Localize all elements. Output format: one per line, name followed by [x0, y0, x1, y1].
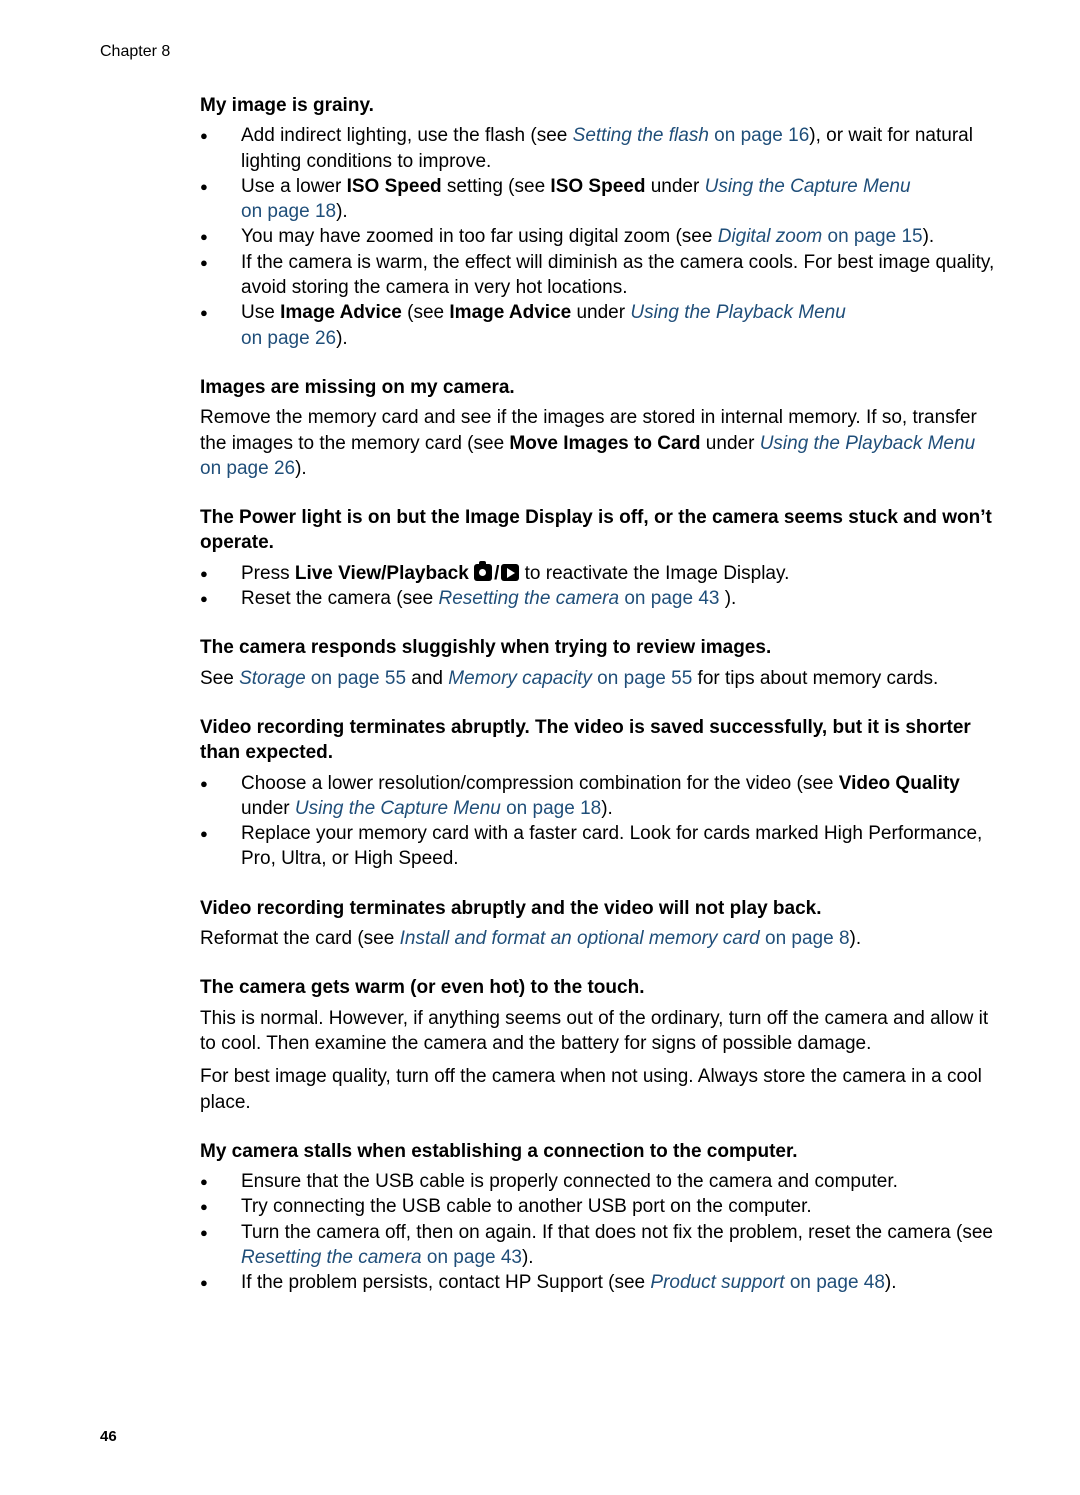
list-item: Turn the camera off, then on again. If t…	[200, 1220, 1000, 1271]
link-digital-zoom[interactable]: Digital zoom on page 15	[718, 226, 923, 247]
list-item: You may have zoomed in too far using dig…	[200, 224, 1000, 250]
list-item: If the camera is warm, the effect will d…	[200, 250, 1000, 301]
link-install-format-memory-card[interactable]: Install and format an optional memory ca…	[400, 928, 850, 949]
link-storage[interactable]: Storage on page 55	[239, 668, 406, 689]
list-item: Add indirect lighting, use the flash (se…	[200, 123, 1000, 174]
page-content: My image is grainy. Add indirect lightin…	[200, 93, 1000, 1320]
list-item: If the problem persists, contact HP Supp…	[200, 1270, 1000, 1296]
link-using-capture-menu[interactable]: Using the Capture Menu on page 18	[295, 798, 601, 819]
list-item: Try connecting the USB cable to another …	[200, 1194, 1000, 1220]
link-setting-the-flash[interactable]: Setting the flash on page 16	[573, 125, 810, 146]
section-heading: The camera responds sluggishly when tryi…	[200, 637, 772, 659]
section-sluggish: The camera responds sluggishly when tryi…	[200, 635, 1000, 691]
section-video-no-play: Video recording terminates abruptly and …	[200, 896, 1000, 952]
list-item: Use Image Advice (see Image Advice under…	[200, 300, 1000, 351]
section-heading: My camera stalls when establishing a con…	[200, 1140, 798, 1162]
chapter-header: Chapter 8	[100, 43, 171, 60]
bullet-list: Press Live View/Playback / to reactivate…	[200, 560, 1000, 612]
list-item: Choose a lower resolution/compression co…	[200, 771, 1000, 822]
section-heading: The camera gets warm (or even hot) to th…	[200, 977, 645, 999]
paragraph: For best image quality, turn off the cam…	[200, 1066, 982, 1113]
bullet-list: Add indirect lighting, use the flash (se…	[200, 123, 1000, 351]
page-number: 46	[100, 1428, 117, 1445]
slash: /	[494, 562, 500, 584]
section-heading: Video recording terminates abruptly. The…	[200, 716, 971, 764]
link-resetting-the-camera[interactable]: Resetting the camera on page 43	[241, 1247, 522, 1268]
list-item: Ensure that the USB cable is properly co…	[200, 1169, 1000, 1195]
section-power-light: The Power light is on but the Image Disp…	[200, 505, 1000, 611]
paragraph: Reformat the card (see Install and forma…	[200, 928, 862, 950]
section-heading: Images are missing on my camera.	[200, 376, 515, 398]
section-grainy: My image is grainy. Add indirect lightin…	[200, 93, 1000, 351]
list-item: Replace your memory card with a faster c…	[200, 821, 1000, 872]
section-heading: The Power light is on but the Image Disp…	[200, 507, 992, 554]
list-item: Reset the camera (see Resetting the came…	[200, 586, 1000, 612]
link-product-support[interactable]: Product support on page 48	[650, 1272, 885, 1293]
section-video-short: Video recording terminates abruptly. The…	[200, 715, 1000, 872]
camera-icon	[474, 560, 493, 581]
text: Add indirect lighting, use the flash (se…	[241, 125, 573, 147]
bullet-list: Ensure that the USB cable is properly co…	[200, 1169, 1000, 1296]
section-images-missing: Images are missing on my camera. Remove …	[200, 375, 1000, 481]
list-item: Press Live View/Playback / to reactivate…	[200, 560, 1000, 586]
paragraph: This is normal. However, if anything see…	[200, 1007, 989, 1054]
list-item: Use a lower ISO Speed setting (see ISO S…	[200, 174, 1000, 225]
section-camera-warm: The camera gets warm (or even hot) to th…	[200, 975, 1000, 1114]
section-heading: Video recording terminates abruptly and …	[200, 897, 822, 919]
paragraph: Remove the memory card and see if the im…	[200, 407, 977, 479]
link-resetting-the-camera[interactable]: Resetting the camera on page 43	[438, 588, 719, 609]
bullet-list: Choose a lower resolution/compression co…	[200, 771, 1000, 872]
section-camera-stalls: My camera stalls when establishing a con…	[200, 1139, 1000, 1296]
paragraph: See Storage on page 55 and Memory capaci…	[200, 667, 939, 689]
link-memory-capacity[interactable]: Memory capacity on page 55	[448, 668, 692, 689]
playback-icon	[501, 563, 520, 581]
section-heading: My image is grainy.	[200, 95, 374, 116]
